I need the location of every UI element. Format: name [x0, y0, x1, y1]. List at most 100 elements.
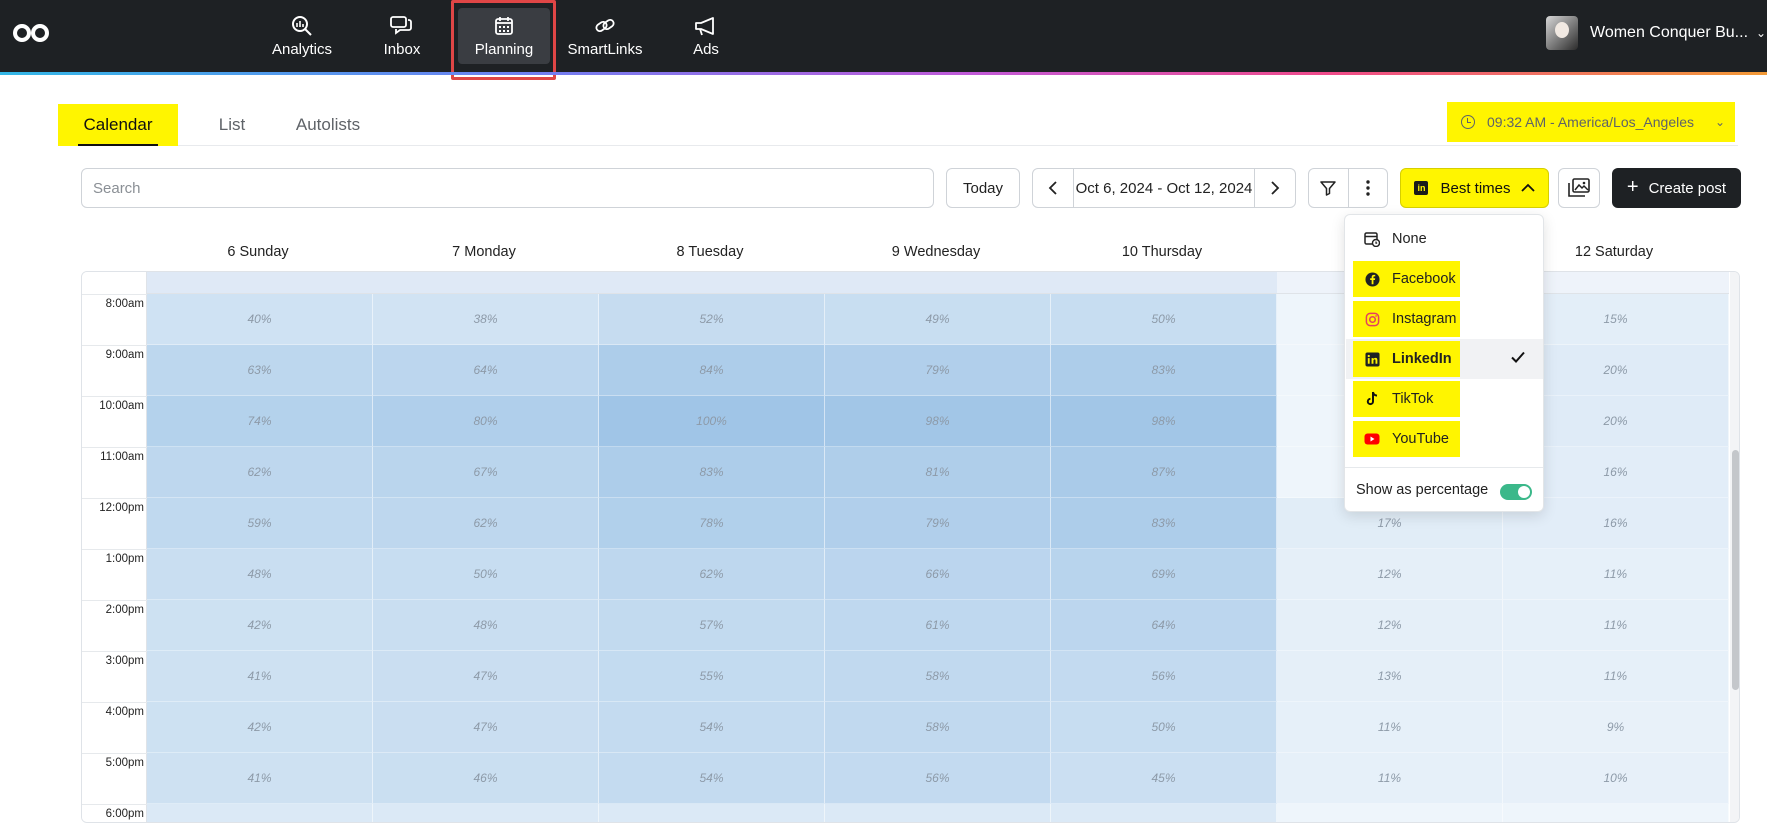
nav-ads[interactable]: Ads: [690, 8, 722, 64]
time-slot-cell[interactable]: 79%: [825, 498, 1051, 549]
time-slot-cell[interactable]: 98%: [825, 396, 1051, 447]
time-slot-cell[interactable]: 42%: [147, 702, 373, 753]
time-slot-cell[interactable]: 48%: [373, 600, 599, 651]
time-slot-cell[interactable]: 50%: [373, 549, 599, 600]
time-slot-cell[interactable]: 41%: [147, 651, 373, 702]
time-slot-cell[interactable]: 62%: [147, 447, 373, 498]
time-slot-cell[interactable]: 63%: [147, 345, 373, 396]
time-slot-cell[interactable]: [1503, 804, 1729, 822]
tab-autolists[interactable]: Autolists: [280, 104, 376, 146]
network-option-tiktok[interactable]: TikTok: [1353, 381, 1460, 417]
time-slot-cell[interactable]: 12%: [1277, 549, 1503, 600]
network-option-youtube[interactable]: YouTube: [1353, 421, 1460, 457]
time-slot-cell[interactable]: 42%: [147, 600, 373, 651]
time-slot-cell[interactable]: 79%: [825, 345, 1051, 396]
time-slot-cell[interactable]: [147, 804, 373, 822]
time-slot-cell[interactable]: 61%: [825, 600, 1051, 651]
time-slot-cell[interactable]: 74%: [147, 396, 373, 447]
all-day-cell[interactable]: [1051, 272, 1277, 294]
today-button[interactable]: Today: [946, 168, 1020, 208]
time-slot-cell[interactable]: 9%: [1503, 702, 1729, 753]
network-option-linkedin[interactable]: LinkedIn: [1353, 341, 1460, 377]
time-slot-cell[interactable]: 49%: [825, 294, 1051, 345]
time-slot-cell[interactable]: 87%: [1051, 447, 1277, 498]
time-slot-cell[interactable]: 69%: [1051, 549, 1277, 600]
account-switcher[interactable]: Women Conquer Bu... ⌄: [1546, 16, 1766, 50]
time-slot-cell[interactable]: 62%: [373, 498, 599, 549]
time-slot-cell[interactable]: 47%: [373, 702, 599, 753]
tab-list[interactable]: List: [198, 104, 266, 146]
time-slot-cell[interactable]: 40%: [147, 294, 373, 345]
time-slot-cell[interactable]: 11%: [1277, 702, 1503, 753]
time-slot-cell[interactable]: 11%: [1503, 549, 1729, 600]
nav-inbox[interactable]: Inbox: [378, 8, 426, 64]
time-slot-cell[interactable]: 67%: [373, 447, 599, 498]
all-day-cell[interactable]: [373, 272, 599, 294]
time-slot-cell[interactable]: 98%: [1051, 396, 1277, 447]
time-slot-cell[interactable]: 50%: [1051, 294, 1277, 345]
time-slot-cell[interactable]: 12%: [1277, 600, 1503, 651]
time-slot-cell[interactable]: 56%: [1051, 651, 1277, 702]
time-slot-cell[interactable]: [825, 804, 1051, 822]
search-input[interactable]: [81, 168, 934, 208]
time-slot-cell[interactable]: 57%: [599, 600, 825, 651]
date-range-label[interactable]: Oct 6, 2024 - Oct 12, 2024: [1073, 169, 1255, 207]
time-slot-cell[interactable]: 45%: [1051, 753, 1277, 804]
time-slot-cell[interactable]: 54%: [599, 753, 825, 804]
time-slot-cell[interactable]: [373, 804, 599, 822]
nav-smartlinks[interactable]: SmartLinks: [564, 8, 646, 64]
time-slot-cell[interactable]: 11%: [1503, 651, 1729, 702]
all-day-cell[interactable]: [825, 272, 1051, 294]
show-percentage-toggle[interactable]: [1500, 484, 1532, 500]
time-slot-cell[interactable]: 80%: [373, 396, 599, 447]
best-times-button[interactable]: in Best times: [1400, 168, 1549, 208]
all-day-cell[interactable]: [147, 272, 373, 294]
time-slot-cell[interactable]: [1051, 804, 1277, 822]
time-slot-cell[interactable]: 58%: [825, 651, 1051, 702]
time-slot-cell[interactable]: 52%: [599, 294, 825, 345]
time-slot-cell[interactable]: 84%: [599, 345, 825, 396]
vertical-scrollbar[interactable]: [1730, 272, 1739, 822]
tab-calendar[interactable]: Calendar: [58, 104, 178, 146]
nav-planning[interactable]: Planning: [458, 8, 550, 64]
time-slot-cell[interactable]: 83%: [1051, 345, 1277, 396]
all-day-cell[interactable]: [599, 272, 825, 294]
time-slot-cell[interactable]: 64%: [1051, 600, 1277, 651]
time-slot-cell[interactable]: 58%: [825, 702, 1051, 753]
time-slot-cell[interactable]: 48%: [147, 549, 373, 600]
time-slot-cell[interactable]: 100%: [599, 396, 825, 447]
app-logo-icon[interactable]: [12, 22, 50, 44]
time-slot-cell[interactable]: [1277, 804, 1503, 822]
time-slot-cell[interactable]: 55%: [599, 651, 825, 702]
previous-week-button[interactable]: [1033, 169, 1073, 207]
time-slot-cell[interactable]: 83%: [599, 447, 825, 498]
time-slot-cell[interactable]: [599, 804, 825, 822]
time-slot-cell[interactable]: 81%: [825, 447, 1051, 498]
time-slot-cell[interactable]: 50%: [1051, 702, 1277, 753]
create-post-button[interactable]: + Create post: [1612, 168, 1741, 208]
time-slot-cell[interactable]: 38%: [373, 294, 599, 345]
timezone-selector[interactable]: 09:32 AM - America/Los_Angeles ⌄: [1447, 102, 1735, 142]
time-slot-cell[interactable]: 83%: [1051, 498, 1277, 549]
more-options-button[interactable]: [1349, 169, 1388, 207]
time-slot-cell[interactable]: 46%: [373, 753, 599, 804]
network-option-facebook[interactable]: Facebook: [1353, 261, 1460, 297]
time-slot-cell[interactable]: 56%: [825, 753, 1051, 804]
time-slot-cell[interactable]: 11%: [1277, 753, 1503, 804]
time-slot-cell[interactable]: 54%: [599, 702, 825, 753]
time-slot-cell[interactable]: 11%: [1503, 600, 1729, 651]
scrollbar-thumb[interactable]: [1732, 450, 1739, 690]
media-library-button[interactable]: [1558, 168, 1600, 208]
time-slot-cell[interactable]: 64%: [373, 345, 599, 396]
time-slot-cell[interactable]: 59%: [147, 498, 373, 549]
network-option-instagram[interactable]: Instagram: [1353, 301, 1460, 337]
time-slot-cell[interactable]: 13%: [1277, 651, 1503, 702]
time-slot-cell[interactable]: 10%: [1503, 753, 1729, 804]
time-slot-cell[interactable]: 47%: [373, 651, 599, 702]
filter-button[interactable]: [1309, 169, 1349, 207]
time-slot-cell[interactable]: 41%: [147, 753, 373, 804]
next-week-button[interactable]: [1255, 169, 1295, 207]
time-slot-cell[interactable]: 62%: [599, 549, 825, 600]
time-slot-cell[interactable]: 78%: [599, 498, 825, 549]
time-slot-cell[interactable]: 66%: [825, 549, 1051, 600]
